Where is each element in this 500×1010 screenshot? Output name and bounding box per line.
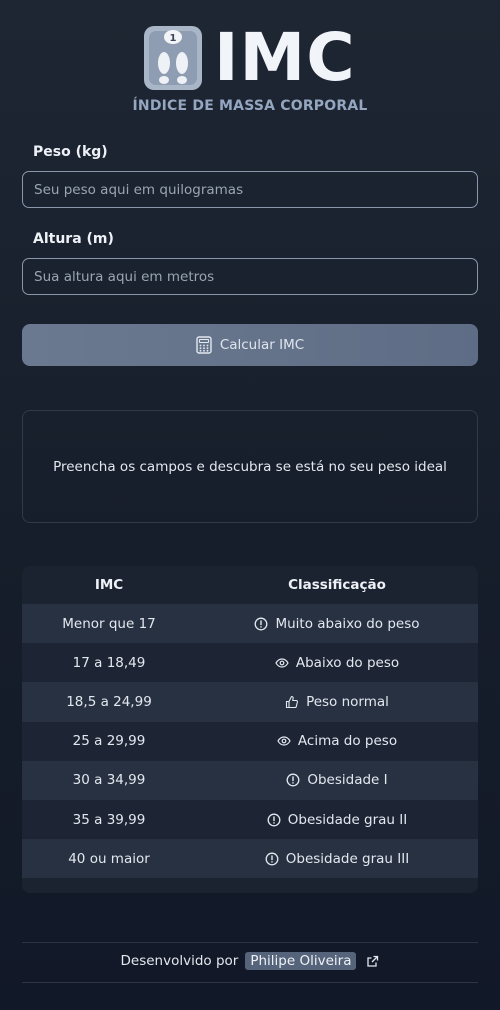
classification-label: Obesidade grau III bbox=[285, 850, 410, 867]
table-row: 25 a 29,99 Acima do peso bbox=[22, 721, 478, 761]
imc-range-cell: 35 a 39,99 bbox=[72, 811, 146, 828]
column-header-classification: Classificação bbox=[288, 577, 386, 593]
calculate-button[interactable]: Calcular IMC bbox=[22, 324, 478, 366]
thumbs-up-icon bbox=[286, 695, 299, 709]
table-row: 17 a 18,49 Abaixo do peso bbox=[22, 643, 478, 683]
external-link-icon[interactable] bbox=[366, 955, 379, 968]
result-card: Preencha os campos e descubra se está no… bbox=[22, 410, 478, 523]
imc-range-cell: 18,5 a 24,99 bbox=[66, 693, 152, 710]
footer-prefix: Desenvolvido por bbox=[120, 953, 239, 969]
table-row: Menor que 17 Muito abaixo do peso bbox=[22, 604, 478, 644]
classification-cell: Obesidade grau II bbox=[196, 812, 478, 828]
weight-label: Peso (kg) bbox=[33, 144, 108, 160]
imc-range-cell: 17 a 18,49 bbox=[72, 654, 146, 671]
alert-circle-icon bbox=[286, 773, 300, 787]
imc-range-cell: 30 a 34,99 bbox=[72, 772, 146, 789]
table-header-row: IMC Classificação bbox=[22, 566, 478, 604]
author-link[interactable]: Philipe Oliveira bbox=[245, 952, 357, 970]
column-header-imc: IMC bbox=[94, 577, 124, 593]
height-label: Altura (m) bbox=[33, 231, 114, 247]
classification-cell: Obesidade grau III bbox=[196, 851, 478, 867]
scale-logo-icon: 1 bbox=[144, 26, 202, 90]
classification-label: Obesidade I bbox=[307, 772, 388, 789]
table-body: Menor que 17 Muito abaixo do peso 17 a 18,… bbox=[22, 604, 478, 879]
classification-label: Obesidade grau II bbox=[287, 811, 408, 828]
page: 1 IMC ÍNDICE DE MASSA CORPORAL Peso (kg)… bbox=[0, 0, 500, 1010]
imc-range-cell: 25 a 29,99 bbox=[72, 733, 146, 750]
eye-icon bbox=[277, 736, 291, 746]
imc-range-cell: 40 ou maior bbox=[68, 850, 150, 867]
table-row: 18,5 a 24,99 Peso normal bbox=[22, 682, 478, 722]
calculator-icon bbox=[196, 336, 212, 354]
classification-label: Abaixo do peso bbox=[295, 654, 400, 671]
app-title: IMC bbox=[214, 19, 356, 96]
app-subtitle: ÍNDICE DE MASSA CORPORAL bbox=[132, 98, 368, 114]
height-input[interactable] bbox=[22, 258, 478, 295]
footer-divider-bottom bbox=[22, 982, 478, 983]
weight-input[interactable] bbox=[22, 171, 478, 208]
result-message: Preencha os campos e descubra se está no… bbox=[53, 458, 447, 475]
table-row: 40 ou maior Obesidade grau III bbox=[22, 839, 478, 879]
classification-cell: Peso normal bbox=[196, 694, 478, 710]
footer: Desenvolvido por Philipe Oliveira bbox=[0, 950, 500, 972]
classification-cell: Muito abaixo do peso bbox=[196, 616, 478, 632]
imc-table: IMC Classificação Menor que 17 Muito abai… bbox=[22, 566, 478, 893]
svg-text:1: 1 bbox=[170, 33, 177, 44]
header: 1 IMC ÍNDICE DE MASSA CORPORAL bbox=[0, 19, 500, 122]
classification-cell: Obesidade I bbox=[196, 772, 478, 788]
classification-label: Peso normal bbox=[306, 693, 389, 710]
classification-label: Acima do peso bbox=[297, 733, 398, 750]
alert-circle-icon bbox=[265, 852, 279, 866]
classification-cell: Abaixo do peso bbox=[196, 655, 478, 671]
eye-icon bbox=[275, 658, 289, 668]
classification-cell: Acima do peso bbox=[196, 733, 478, 749]
calculate-button-label: Calcular IMC bbox=[219, 337, 305, 353]
table-row: 35 a 39,99 Obesidade grau II bbox=[22, 799, 478, 840]
alert-circle-icon bbox=[255, 617, 268, 631]
table-row: 30 a 34,99 Obesidade I bbox=[22, 760, 478, 800]
classification-label: Muito abaixo do peso bbox=[275, 615, 420, 632]
imc-range-cell: Menor que 17 bbox=[62, 615, 156, 632]
footer-divider-top bbox=[22, 942, 478, 943]
alert-circle-icon bbox=[267, 813, 281, 826]
